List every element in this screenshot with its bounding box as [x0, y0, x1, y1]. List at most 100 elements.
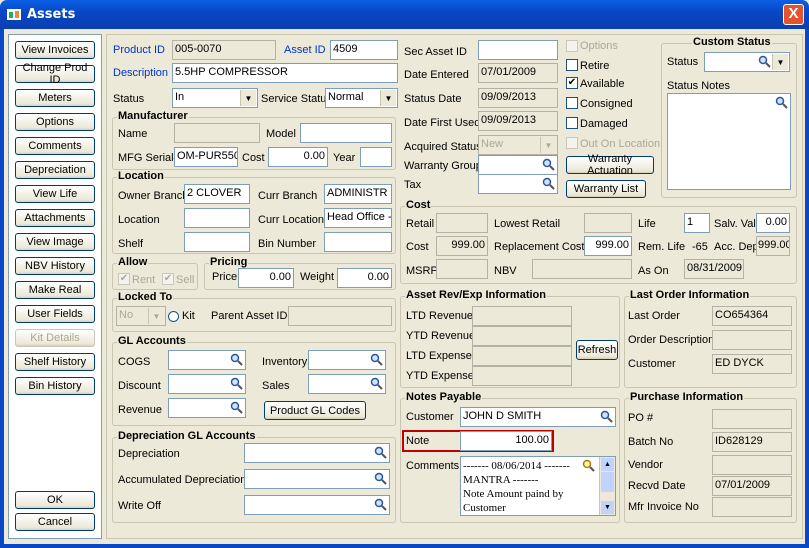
depreciation-button[interactable]: Depreciation [15, 161, 95, 179]
discount-field[interactable] [168, 374, 246, 394]
inventory-field[interactable] [308, 350, 386, 370]
mfg-cost-field[interactable]: 0.00 [268, 147, 328, 167]
search-icon[interactable] [542, 158, 555, 171]
chevron-down-icon[interactable]: ▼ [240, 90, 256, 106]
asset-id-field[interactable]: 4509 [330, 40, 398, 60]
search-icon[interactable] [582, 459, 595, 472]
view-image-button[interactable]: View Image [15, 233, 95, 251]
scroll-down-arrow-icon[interactable]: ▼ [601, 501, 614, 514]
weight-field[interactable]: 0.00 [337, 268, 392, 288]
cogs-field[interactable] [168, 350, 246, 370]
kit-radio[interactable] [168, 311, 179, 322]
sell-checkbox[interactable]: ✔ [162, 273, 174, 285]
mfg-serial-field[interactable]: OM-PUR5508 [174, 147, 238, 167]
acquired-status-label: Acquired Status [404, 141, 482, 153]
sales-field[interactable] [308, 374, 386, 394]
chevron-down-icon[interactable]: ▼ [380, 90, 396, 106]
search-icon[interactable] [542, 177, 555, 190]
retire-checkbox[interactable] [566, 59, 578, 71]
ok-button[interactable]: OK [15, 491, 95, 509]
revenue-field[interactable] [168, 398, 246, 418]
nbv-history-button[interactable]: NBV History [15, 257, 95, 275]
search-icon[interactable] [230, 353, 243, 366]
window-title: Assets [27, 7, 76, 22]
cancel-button[interactable]: Cancel [15, 513, 95, 531]
replacement-cost-field[interactable]: 999.00 [584, 236, 632, 256]
search-icon[interactable] [374, 446, 387, 459]
sec-asset-id-field[interactable] [478, 40, 558, 60]
tax-field[interactable] [478, 174, 558, 194]
service-status-select[interactable]: Normal ▼ [325, 88, 398, 108]
write-off-field[interactable] [244, 495, 390, 515]
kit-details-button[interactable]: Kit Details [15, 329, 95, 347]
curr-location-field[interactable]: Head Office - T [324, 208, 392, 228]
search-icon[interactable] [230, 377, 243, 390]
view-invoices-button[interactable]: View Invoices [15, 41, 95, 59]
scroll-thumb[interactable] [601, 472, 614, 492]
bin-history-button[interactable]: Bin History [15, 377, 95, 395]
search-icon[interactable] [374, 498, 387, 511]
options-button[interactable]: Options [15, 113, 95, 131]
out-on-location-checkbox[interactable] [566, 137, 578, 149]
shelf-history-button[interactable]: Shelf History [15, 353, 95, 371]
meters-button[interactable]: Meters [15, 89, 95, 107]
warranty-actuation-button[interactable]: Warranty Actuation [566, 153, 654, 177]
search-icon[interactable] [775, 96, 788, 109]
chevron-down-icon[interactable]: ▼ [540, 137, 556, 153]
shelf-field[interactable] [184, 232, 250, 252]
year-field[interactable] [360, 147, 392, 167]
owner-branch-value: 2 CLOVER [187, 187, 242, 199]
model-field[interactable] [300, 123, 392, 143]
search-icon[interactable] [370, 353, 383, 366]
consigned-checkbox[interactable] [566, 97, 578, 109]
life-label: Life [638, 218, 656, 230]
locked-to-select[interactable]: No ▼ [116, 306, 166, 326]
accumulated-depreciation-field[interactable] [244, 469, 390, 489]
comments-textarea[interactable]: ------- 08/06/2014 ------- MANTRA ------… [460, 456, 616, 516]
product-gl-codes-button[interactable]: Product GL Codes [264, 401, 366, 420]
location-field[interactable] [184, 208, 250, 228]
comments-scrollbar[interactable]: ▲ ▼ [599, 457, 615, 515]
warranty-group-field[interactable] [478, 155, 558, 175]
refresh-button[interactable]: Refresh [576, 340, 618, 360]
change-prod-id-button[interactable]: Change Prod ID [15, 62, 95, 86]
status-date-field: 09/09/2013 [478, 88, 558, 108]
price-field[interactable]: 0.00 [238, 268, 294, 288]
ltd-revenue-field [472, 306, 572, 326]
notes-customer-field[interactable]: JOHN D SMITH [460, 407, 616, 427]
view-life-button[interactable]: View Life [15, 185, 95, 203]
scroll-up-arrow-icon[interactable]: ▲ [601, 458, 614, 471]
status-select[interactable]: In ▼ [172, 88, 258, 108]
salv-val-field[interactable]: 0.00 [756, 213, 790, 233]
life-field[interactable]: 1 [684, 213, 710, 233]
acquired-status-select[interactable]: New ▼ [478, 135, 558, 155]
available-checkbox[interactable]: ✔ [566, 77, 578, 89]
close-button[interactable]: X [783, 4, 804, 25]
chevron-down-icon[interactable]: ▼ [148, 308, 164, 324]
damaged-checkbox[interactable] [566, 117, 578, 129]
owner-branch-field[interactable]: 2 CLOVER [184, 184, 250, 204]
options-checkbox[interactable] [566, 40, 578, 52]
comment-line: Customer [463, 502, 506, 514]
recvd-date-label: Recvd Date [628, 480, 686, 492]
description-field[interactable]: 5.5HP COMPRESSOR [172, 63, 398, 83]
note-amount-field[interactable]: 100.00 [460, 431, 552, 451]
custom-status-select[interactable]: ▼ [704, 52, 790, 72]
rent-checkbox[interactable]: ✔ [118, 273, 130, 285]
parent-asset-label: Parent Asset ID [211, 310, 288, 322]
search-icon[interactable] [230, 401, 243, 414]
search-icon[interactable] [374, 472, 387, 485]
status-notes-field[interactable] [667, 93, 791, 190]
search-icon[interactable] [600, 410, 613, 423]
search-icon[interactable] [370, 377, 383, 390]
curr-branch-field[interactable]: ADMINISTR [324, 184, 392, 204]
depreciation-account-field[interactable] [244, 443, 390, 463]
user-fields-button[interactable]: User Fields [15, 305, 95, 323]
chevron-down-icon[interactable]: ▼ [772, 54, 788, 70]
comments-button[interactable]: Comments [15, 137, 95, 155]
attachments-button[interactable]: Attachments [15, 209, 95, 227]
search-icon[interactable] [758, 55, 771, 68]
make-real-button[interactable]: Make Real [15, 281, 95, 299]
warranty-list-button[interactable]: Warranty List [566, 180, 646, 198]
bin-number-field[interactable] [324, 232, 392, 252]
